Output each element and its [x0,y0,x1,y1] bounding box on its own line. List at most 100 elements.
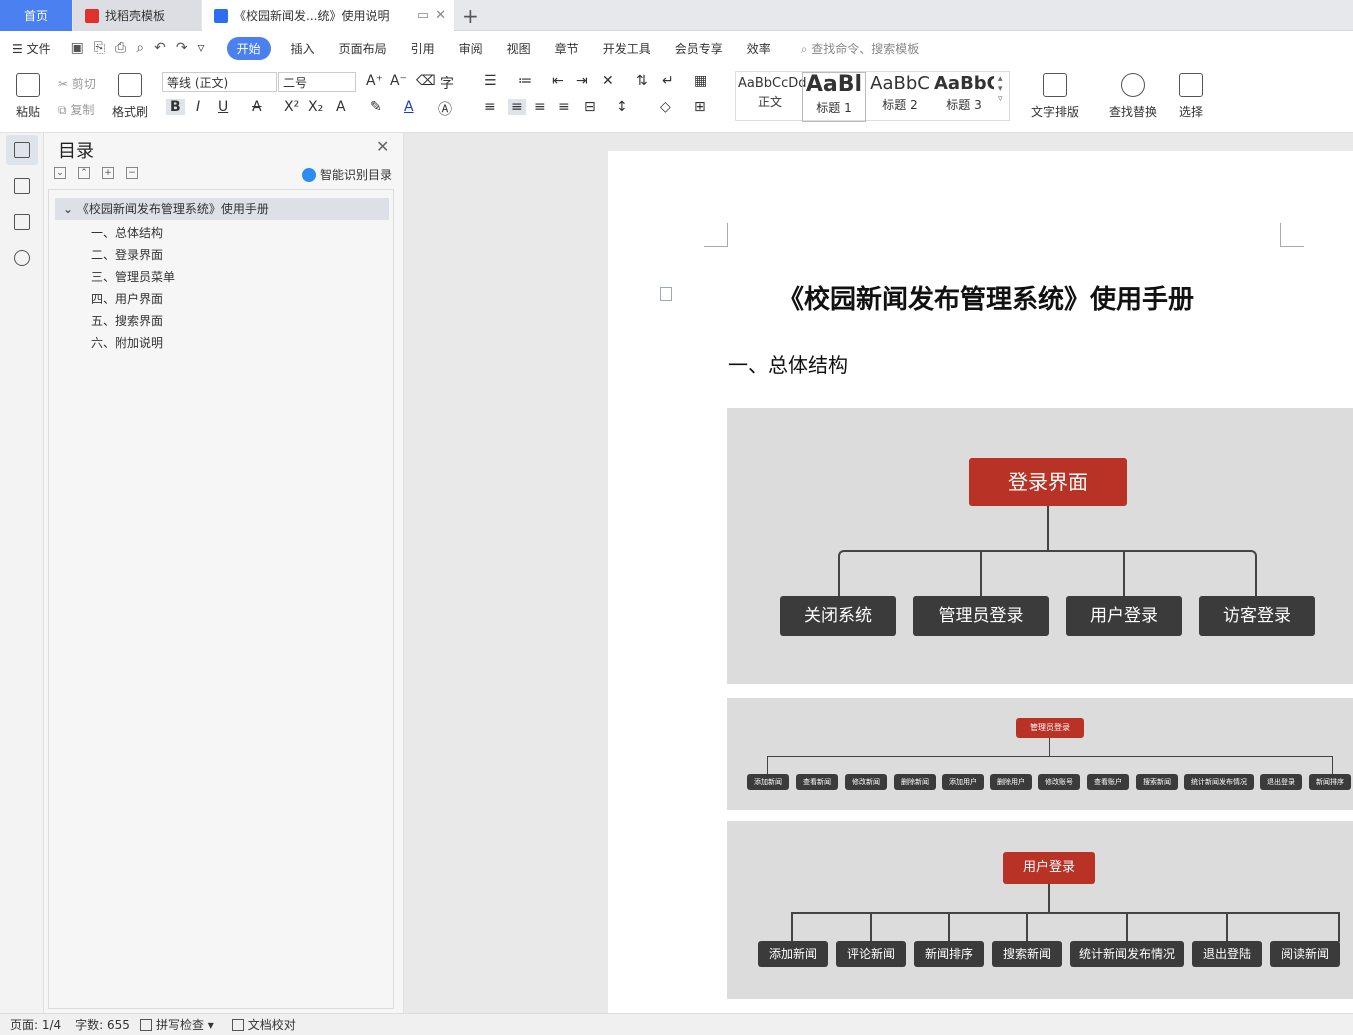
menu-insert[interactable]: 插入 [291,40,315,57]
toc-item[interactable]: 五、搜索界面 [91,312,163,329]
search-icon[interactable] [14,250,30,266]
print-icon[interactable]: ⎙ [115,40,126,56]
font-name-select[interactable]: 等线 (正文) [162,72,277,92]
style-scroll-icon[interactable]: ▴ ▾ ▿ [998,74,1003,104]
style-heading3[interactable]: AaBbC 标题 3 [934,72,994,122]
highlight-icon[interactable]: ✎ [370,99,382,115]
proofread-button[interactable]: 文档校对 [231,1016,296,1033]
quick-access: ▣ ⎘ ⎙ ⌕ ↶ ↷ ▿ [71,40,205,56]
paragraph-icon[interactable] [660,287,672,301]
outdent-icon[interactable]: ⇤ [552,73,564,89]
grow-font-icon[interactable]: A⁺ [366,73,383,89]
text-layout-button[interactable]: 文字排版 [1026,73,1084,120]
strike-button[interactable]: A [252,99,262,115]
paste-button[interactable]: 粘贴 [10,73,46,120]
diagram-child-node: 关闭系统 [780,596,896,636]
menu-reference[interactable]: 引用 [411,40,435,57]
smart-toc-button[interactable]: 智能识别目录 [302,166,392,183]
style-heading1[interactable]: AaBl 标题 1 [802,72,866,122]
copy-button[interactable]: ⧉ 复制 [58,101,94,118]
expand-up-icon[interactable]: ⌃ [78,167,90,179]
select-button[interactable]: 选择 [1172,73,1210,120]
chapter-icon[interactable] [14,178,30,194]
sort-icon[interactable]: ⇅ [636,73,648,89]
undo-icon[interactable]: ↶ [154,40,166,56]
tab-document[interactable]: 《校园新闻发...统》使用说明 ▭ ✕ [202,0,454,31]
redo-icon[interactable]: ↷ [176,40,188,56]
font-size-select[interactable]: 二号 [278,72,356,92]
bold-button[interactable]: B [166,99,185,115]
diagram-child-node: 退出登录 [1260,774,1302,790]
align-left-icon[interactable]: ≡ [484,99,496,115]
diagram-root-node: 用户登录 [1003,852,1095,884]
close-icon[interactable]: ✕ [376,137,389,156]
connector [1048,884,1050,912]
toc-item[interactable]: 三、管理员菜单 [91,268,175,285]
align-right-icon[interactable]: ≡ [534,99,546,115]
new-tab-button[interactable]: + [462,4,479,28]
align-center-icon[interactable]: ≡ [508,99,526,115]
collapse-all-icon[interactable]: ⌄ [54,167,66,179]
document-page[interactable]: 《校园新闻发布管理系统》使用手册 一、总体结构 登录界面 关闭系统 管理员登录 … [608,151,1353,1013]
word-count[interactable]: 字数: 655 [75,1016,130,1033]
menu-home[interactable]: 开始 [226,36,271,60]
menu-member[interactable]: 会员专享 [675,40,723,57]
close-tab-icon[interactable]: ✕ [435,8,446,23]
find-replace-button[interactable]: 查找替换 [1104,73,1162,120]
clear-format-icon[interactable]: ⌫ [416,73,436,89]
toc-item[interactable]: 六、附加说明 [91,334,163,351]
menu-developer[interactable]: 开发工具 [603,40,651,57]
tab-home[interactable]: 首页 [0,0,72,31]
para-mark-icon[interactable]: ↵ [662,73,674,89]
preview-icon[interactable]: ⌕ [136,40,144,56]
more-icon[interactable]: ▿ [198,40,205,56]
add-level-icon[interactable]: + [102,167,114,179]
format-painter-button[interactable]: 格式刷 [110,73,150,120]
tab-template[interactable]: 找稻壳模板 [73,0,201,31]
diagram-user: 用户登录 添加新闻 评论新闻 新闻排序 搜索新闻 统计新闻发布情况 退出登陆 阅… [727,821,1353,999]
font-color-icon[interactable]: A [404,99,414,115]
cut-button[interactable]: ✂ 剪切 [58,75,96,92]
toc-item[interactable]: 一、总体结构 [91,224,163,241]
menu-efficiency[interactable]: 效率 [747,40,771,57]
menu-review[interactable]: 审阅 [459,40,483,57]
table-grid-icon[interactable]: ▦ [694,73,707,89]
borders-icon[interactable]: ⊞ [694,99,706,115]
indent-icon[interactable]: ⇥ [576,73,588,89]
superscript-button[interactable]: X² [284,99,299,115]
text-effect-icon[interactable]: A [336,99,346,115]
toc-root-item[interactable]: ⌄ 《校园新闻发布管理系统》使用手册 [55,198,389,220]
char-border-icon[interactable]: Ⓐ [438,99,452,119]
italic-button[interactable]: I [196,99,200,115]
document-area[interactable]: 《校园新闻发布管理系统》使用手册 一、总体结构 登录界面 关闭系统 管理员登录 … [405,133,1353,1013]
remove-level-icon[interactable]: − [126,167,138,179]
save-icon[interactable]: ▣ [71,40,84,56]
shading-icon[interactable]: ◇ [660,99,671,115]
chinese-layout-icon[interactable]: ✕ [602,73,614,89]
toc-item[interactable]: 四、用户界面 [91,290,163,307]
style-normal[interactable]: AaBbCcDd 正文 [738,72,807,122]
distribute-icon[interactable]: ⊟ [584,99,596,115]
line-spacing-icon[interactable]: ↕ [616,99,628,115]
menu-view[interactable]: 视图 [507,40,531,57]
justify-icon[interactable]: ≡ [558,99,570,115]
phonetic-icon[interactable]: 字 [440,73,454,93]
bookmark-icon[interactable] [14,214,30,230]
subscript-button[interactable]: X₂ [308,99,323,115]
shrink-font-icon[interactable]: A⁻ [390,73,407,89]
spell-check-button[interactable]: 拼写检查 ▾ [139,1016,214,1033]
menu-section[interactable]: 章节 [555,40,579,57]
number-list-icon[interactable]: ≔ [518,73,532,89]
underline-button[interactable]: U [218,99,228,115]
diagram-child-node: 添加新闻 [758,941,828,967]
page-count[interactable]: 页面: 1/4 [10,1016,61,1033]
toc-item[interactable]: 二、登录界面 [91,246,163,263]
pin-icon[interactable]: ▭ [417,8,429,23]
export-icon[interactable]: ⎘ [94,40,105,56]
style-heading2[interactable]: AaBbC 标题 2 [868,72,932,122]
toc-icon[interactable] [14,142,30,158]
bullet-list-icon[interactable]: ☰ [484,73,497,89]
command-search[interactable]: ⌕ 查找命令、搜索模板 [801,40,920,57]
file-menu[interactable]: ☰ 文件 [12,40,51,57]
menu-layout[interactable]: 页面布局 [339,40,387,57]
